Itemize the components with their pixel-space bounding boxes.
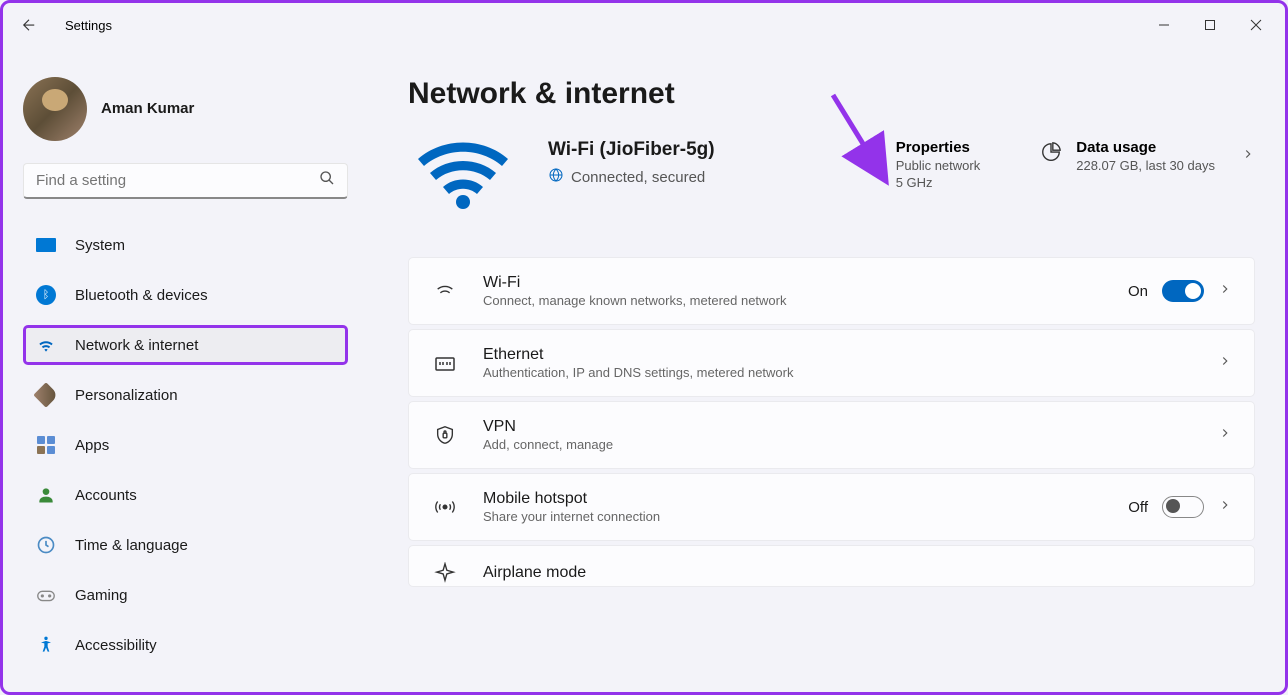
- sidebar-item-label: Apps: [75, 437, 109, 454]
- chevron-right-icon: [1218, 354, 1232, 373]
- system-icon: [35, 234, 57, 256]
- wifi-icon: [431, 280, 459, 302]
- sidebar-item-system[interactable]: System: [23, 225, 348, 265]
- info-icon: [860, 141, 882, 168]
- sidebar-item-personalization[interactable]: Personalization: [23, 375, 348, 415]
- properties-title: Properties: [896, 139, 981, 156]
- search-input[interactable]: [36, 172, 319, 189]
- sidebar-item-label: Personalization: [75, 387, 178, 404]
- sidebar: Aman Kumar System ᛒ Bluetooth & devices: [3, 47, 368, 692]
- globe-icon: [548, 167, 564, 187]
- wifi-status: Connected, secured: [571, 169, 705, 186]
- settings-list: Wi-Fi Connect, manage known networks, me…: [408, 257, 1255, 587]
- app-title: Settings: [65, 18, 112, 33]
- apps-icon: [35, 434, 57, 456]
- toggle-label: Off: [1128, 499, 1148, 516]
- chevron-right-icon: [1218, 426, 1232, 445]
- network-header: Wi-Fi (JioFiber-5g) Connected, secured P…: [408, 139, 1255, 219]
- sidebar-item-accessibility[interactable]: Accessibility: [23, 625, 348, 665]
- maximize-icon: [1204, 19, 1216, 31]
- back-button[interactable]: [9, 5, 49, 45]
- window-controls: [1141, 9, 1279, 41]
- user-name: Aman Kumar: [101, 100, 194, 117]
- sidebar-item-gaming[interactable]: Gaming: [23, 575, 348, 615]
- wifi-large-icon: [408, 139, 518, 219]
- card-sub: Share your internet connection: [483, 509, 1104, 524]
- wifi-ssid: Wi-Fi (JioFiber-5g): [548, 139, 715, 161]
- wifi-info: Wi-Fi (JioFiber-5g) Connected, secured: [548, 139, 715, 187]
- data-usage-tile[interactable]: Data usage 228.07 GB, last 30 days: [1040, 139, 1255, 175]
- chevron-right-icon: [1218, 498, 1232, 517]
- properties-line1: Public network: [896, 158, 981, 175]
- back-arrow-icon: [20, 16, 38, 34]
- accounts-icon: [35, 484, 57, 506]
- maximize-button[interactable]: [1187, 9, 1233, 41]
- accessibility-icon: [35, 634, 57, 656]
- avatar: [23, 77, 87, 141]
- airplane-card[interactable]: Airplane mode: [408, 545, 1255, 587]
- card-sub: Connect, manage known networks, metered …: [483, 293, 1104, 308]
- titlebar: Settings: [3, 3, 1285, 47]
- card-sub: Authentication, IP and DNS settings, met…: [483, 365, 1194, 380]
- sidebar-item-label: Gaming: [75, 587, 128, 604]
- hotspot-icon: [431, 496, 459, 518]
- search-box[interactable]: [23, 163, 348, 199]
- gaming-icon: [35, 584, 57, 606]
- card-sub: Add, connect, manage: [483, 437, 1194, 452]
- minimize-button[interactable]: [1141, 9, 1187, 41]
- sidebar-item-label: System: [75, 237, 125, 254]
- airplane-icon: [431, 562, 459, 584]
- sidebar-item-label: Bluetooth & devices: [75, 287, 208, 304]
- card-title: VPN: [483, 418, 1194, 436]
- minimize-icon: [1158, 19, 1170, 31]
- data-usage-title: Data usage: [1076, 139, 1215, 156]
- sidebar-item-network[interactable]: Network & internet: [23, 325, 348, 365]
- ethernet-icon: [431, 351, 459, 375]
- personalization-icon: [35, 384, 57, 406]
- card-title: Ethernet: [483, 346, 1194, 364]
- chevron-right-icon: [1241, 147, 1255, 166]
- sidebar-item-accounts[interactable]: Accounts: [23, 475, 348, 515]
- data-usage-icon: [1040, 141, 1062, 168]
- hotspot-card[interactable]: Mobile hotspot Share your internet conne…: [408, 473, 1255, 541]
- bluetooth-icon: ᛒ: [35, 284, 57, 306]
- data-usage-sub: 228.07 GB, last 30 days: [1076, 158, 1215, 175]
- search-icon: [319, 170, 335, 191]
- close-button[interactable]: [1233, 9, 1279, 41]
- properties-tile[interactable]: Properties Public network 5 GHz: [860, 139, 981, 192]
- hotspot-toggle[interactable]: [1162, 496, 1204, 518]
- main-content: Network & internet Wi-Fi (JioFiber-5g) C…: [368, 47, 1285, 692]
- card-title: Wi-Fi: [483, 274, 1104, 292]
- nav-list: System ᛒ Bluetooth & devices Network & i…: [23, 225, 348, 665]
- ethernet-card[interactable]: Ethernet Authentication, IP and DNS sett…: [408, 329, 1255, 397]
- sidebar-item-label: Accounts: [75, 487, 137, 504]
- page-title: Network & internet: [408, 77, 1255, 111]
- sidebar-item-label: Time & language: [75, 537, 188, 554]
- wifi-icon: [35, 334, 57, 356]
- sidebar-item-apps[interactable]: Apps: [23, 425, 348, 465]
- sidebar-item-time[interactable]: Time & language: [23, 525, 348, 565]
- toggle-label: On: [1128, 283, 1148, 300]
- wifi-toggle[interactable]: [1162, 280, 1204, 302]
- close-icon: [1250, 19, 1262, 31]
- wifi-card[interactable]: Wi-Fi Connect, manage known networks, me…: [408, 257, 1255, 325]
- vpn-card[interactable]: VPN Add, connect, manage: [408, 401, 1255, 469]
- sidebar-item-bluetooth[interactable]: ᛒ Bluetooth & devices: [23, 275, 348, 315]
- card-title: Mobile hotspot: [483, 490, 1104, 508]
- sidebar-item-label: Accessibility: [75, 637, 157, 654]
- card-title: Airplane mode: [483, 564, 1232, 582]
- properties-line2: 5 GHz: [896, 175, 981, 192]
- time-icon: [35, 534, 57, 556]
- chevron-right-icon: [1218, 282, 1232, 301]
- user-section[interactable]: Aman Kumar: [23, 47, 348, 163]
- sidebar-item-label: Network & internet: [75, 337, 198, 354]
- vpn-shield-icon: [431, 424, 459, 446]
